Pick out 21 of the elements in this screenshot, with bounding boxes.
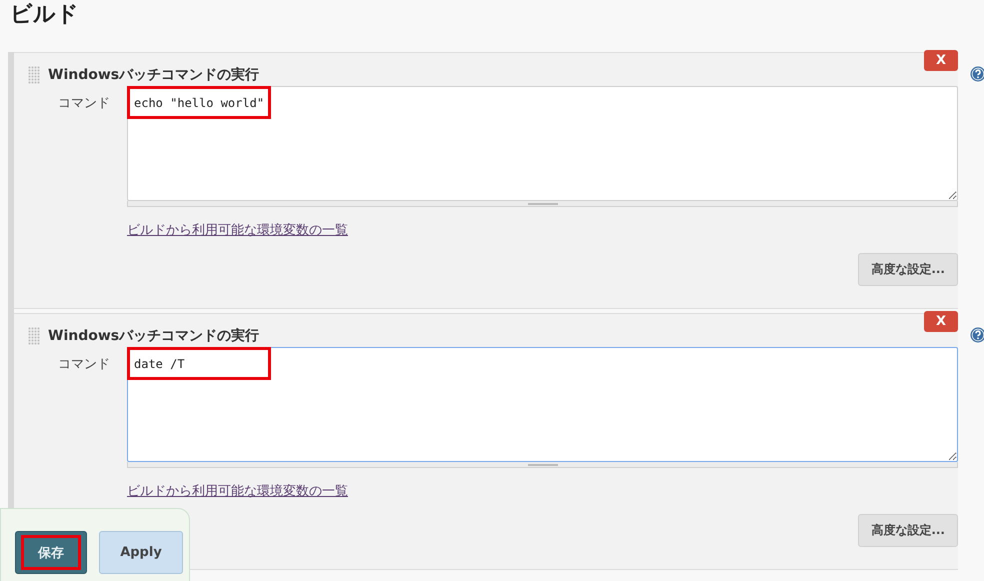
step-title: Windowsバッチコマンドの実行 (48, 66, 260, 84)
apply-button[interactable]: Apply (99, 531, 183, 574)
help-icon[interactable] (970, 66, 984, 82)
command-field[interactable]: echo "hello world" (127, 86, 958, 201)
help-icon[interactable] (970, 327, 984, 343)
delete-button[interactable]: X (924, 50, 958, 71)
field-label: コマンド (57, 356, 111, 374)
save-button[interactable]: 保存 (15, 531, 87, 574)
advanced-button[interactable]: 高度な設定... (858, 514, 958, 547)
delete-button[interactable]: X (924, 311, 958, 332)
resize-grip[interactable] (127, 201, 958, 207)
command-field[interactable]: date /T (127, 347, 958, 462)
section-heading: ビルド (9, 1, 80, 29)
advanced-button[interactable]: 高度な設定... (858, 253, 958, 286)
env-vars-link[interactable]: ビルドから利用可能な環境変数の一覧 (127, 482, 348, 500)
field-label: コマンド (57, 95, 111, 113)
step-title: Windowsバッチコマンドの実行 (48, 327, 260, 345)
drag-handle-icon[interactable] (28, 66, 40, 84)
drag-handle-icon[interactable] (28, 327, 40, 345)
resize-grip[interactable] (127, 462, 958, 468)
env-vars-link[interactable]: ビルドから利用可能な環境変数の一覧 (127, 221, 348, 239)
